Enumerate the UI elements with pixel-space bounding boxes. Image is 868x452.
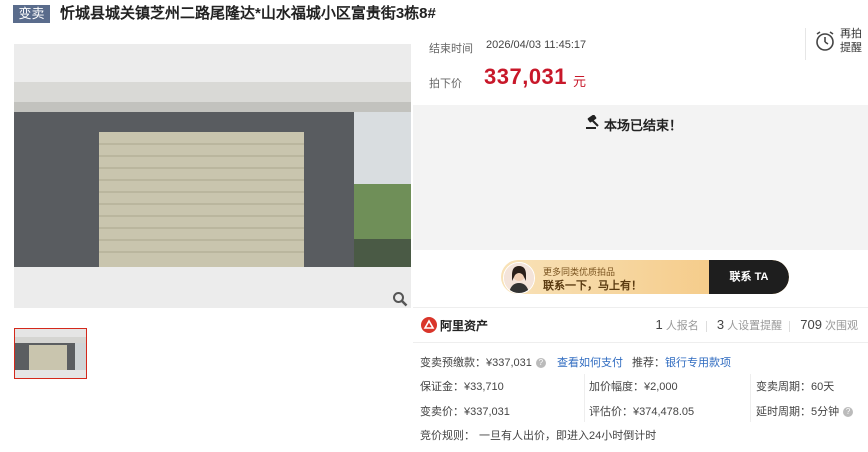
alarm-clock-icon [816, 31, 834, 51]
ali-assets-logo [421, 317, 437, 333]
end-time-label: 结束时间 [429, 43, 473, 55]
title-bar: 变卖 忻城县城关镇芝州二路尾隆达*山水福城小区富贵街3栋8# [0, 0, 868, 30]
magnifier-icon[interactable] [392, 291, 408, 307]
view-count: 709 [800, 317, 822, 332]
stats-bar: 阿里资产 1 人报名 3 人设置提醒 709 次围观 [413, 307, 868, 343]
final-price: 337,031 [484, 64, 568, 89]
ended-message: 本场已结束！ [604, 118, 683, 133]
thumbnail-image [15, 329, 86, 378]
end-time-value: 2026/04/03 11:45:17 [486, 39, 587, 51]
sale-price: 变卖价：¥337,031 [420, 406, 510, 418]
delay-period-row: 延时周期：5分钟? [756, 403, 854, 419]
banner-headline: 联系一下，马上有！ [543, 280, 642, 292]
column-divider [750, 374, 751, 422]
bid-rule-row: 竞价规则： 一旦有人出价，即进入24小时倒计时 [420, 427, 656, 443]
brand-name: 阿里资产 [440, 319, 489, 333]
price-label: 拍下价 [429, 78, 462, 90]
bank-loan-link[interactable]: 银行专用款项 [665, 357, 731, 369]
guarantee: 保证金：¥33,710 [420, 381, 504, 393]
increment: 加价幅度：¥2,000 [589, 381, 678, 393]
reminder-count: 3 [716, 317, 725, 332]
view-label: 次围观 [825, 320, 858, 332]
signup-label: 人报名 [665, 320, 699, 332]
remind-label: 再拍提醒 [840, 28, 862, 54]
sale-period: 变卖周期：60天 [756, 381, 835, 393]
auction-ended-panel: 本场已结束！ 更多同类优质拍品 联系一下，马上有！ 联系 TA [413, 105, 868, 294]
deposit-pay: 变卖预缴款：¥337,031 [420, 357, 532, 369]
price-unit: 元 [573, 74, 587, 89]
bid-rule-text: 一旦有人出价，即进入24小时倒计时 [479, 430, 657, 442]
bid-rule-label: 竞价规则： [420, 430, 475, 442]
appraisal-price: 评估价：¥374,478.05 [589, 406, 695, 418]
how-to-pay-link[interactable]: 查看如何支付 [557, 357, 623, 369]
column-divider [584, 374, 585, 422]
page-title: 忻城县城关镇芝州二路尾隆达*山水福城小区富贵街3栋8# [60, 5, 436, 22]
agent-avatar [503, 262, 535, 294]
recommend-label: 推荐： [632, 357, 666, 369]
signup-count: 1 [655, 317, 663, 332]
gavel-icon [586, 115, 599, 129]
question-icon[interactable]: ? [843, 407, 854, 418]
main-photo[interactable] [14, 44, 411, 308]
contact-ta-button[interactable]: 联系 TA [709, 260, 789, 294]
thumbnail-1[interactable] [14, 328, 87, 379]
delay-period: 延时周期：5分钟 [756, 406, 840, 418]
garage-photo [14, 44, 411, 308]
auction-type-tag: 变卖 [13, 5, 50, 23]
remind-button[interactable]: 再拍提醒 [805, 28, 868, 60]
deposit-pay-row: 变卖预缴款：¥337,031? 查看如何支付 推荐：银行专用款项 [420, 354, 731, 370]
auction-stats: 1 人报名 3 人设置提醒 709 次围观 [656, 317, 858, 333]
contact-ta-label: 联系 TA [729, 271, 769, 283]
contact-banner[interactable]: 更多同类优质拍品 联系一下，马上有！ 联系 TA [501, 260, 789, 294]
question-icon[interactable]: ? [535, 358, 546, 369]
reminder-label: 人设置提醒 [727, 320, 783, 332]
